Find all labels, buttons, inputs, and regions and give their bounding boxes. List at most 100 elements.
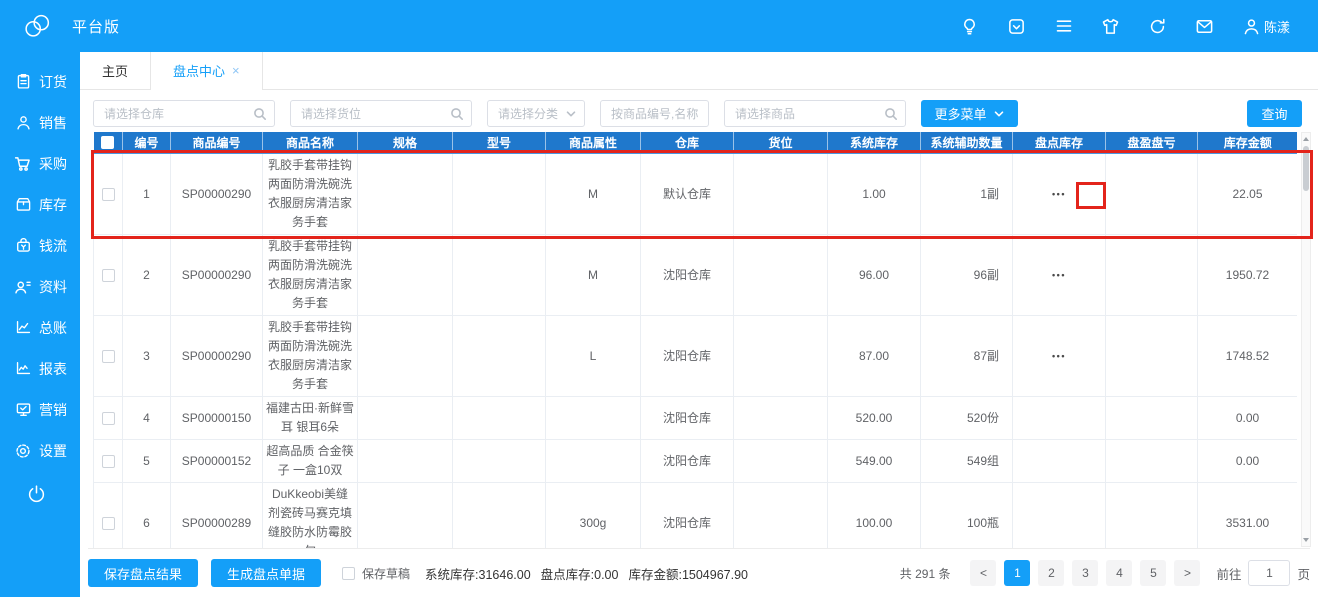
brand: 平台版	[0, 8, 120, 44]
cell-model	[452, 153, 546, 235]
cell-location	[733, 439, 828, 483]
more-menu-button[interactable]: 更多菜单	[921, 100, 1018, 127]
count-stock-more-button[interactable]: •••	[1052, 266, 1066, 285]
product-select[interactable]	[724, 100, 906, 127]
sidebar-item-ledger[interactable]: 总账	[0, 307, 80, 348]
sidebar-item-label: 订货	[39, 73, 67, 90]
mail-icon[interactable]	[1195, 16, 1215, 36]
scroll-up-icon[interactable]	[1302, 134, 1310, 144]
warehouse-select[interactable]	[93, 100, 275, 127]
warehouse-input[interactable]	[93, 100, 275, 127]
count-stock-more-button[interactable]: •••	[1052, 185, 1066, 204]
cell-profit-loss	[1105, 315, 1198, 397]
keyword-field[interactable]	[600, 100, 709, 127]
cell-no: 3	[122, 315, 171, 397]
generate-count-doc-button[interactable]: 生成盘点单据	[211, 559, 322, 587]
sidebar-item-settings[interactable]: 设置	[0, 430, 80, 471]
cell-sys-aux-qty: 96副	[920, 234, 1013, 316]
cell-attr: L	[545, 315, 641, 397]
app-window: 平台版 陈漾 订货销售采购库存钱流 资料 总账报表营销 设置 主页 盘点中心 ×	[0, 0, 1318, 597]
table-row: 3 SP00000290 乳胶手套带挂钩两面防滑洗碗洗衣服厨房清洁家务手套 L 沈阳仓库…	[93, 315, 1297, 397]
location-select[interactable]	[290, 100, 472, 127]
cell-sys-aux-qty: 100瓶	[920, 482, 1013, 548]
cell-sys-aux-qty: 87副	[920, 315, 1013, 397]
stock-amount-total: 库存金额:1504967.90	[628, 567, 748, 582]
totals-summary: 系统库存:31646.00 盘点库存:0.00 库存金额:1504967.90	[425, 564, 748, 583]
row-checkbox[interactable]	[101, 454, 115, 468]
menu-icon[interactable]	[1054, 16, 1074, 36]
cell-code: SP00000290	[170, 234, 263, 316]
tshirt-icon[interactable]	[1101, 16, 1121, 36]
row-checkbox[interactable]	[101, 411, 115, 425]
goto-page-input[interactable]	[1248, 560, 1291, 586]
sidebar-item-cashflow[interactable]: 钱流	[0, 225, 80, 266]
sidebar-item-label: 库存	[39, 196, 67, 213]
box-icon	[14, 196, 32, 214]
cell-code: SP00000150	[170, 396, 263, 440]
row-checkbox[interactable]	[101, 349, 115, 363]
keyword-input[interactable]	[600, 100, 709, 127]
scrollbar-thumb[interactable]	[1303, 146, 1309, 191]
cell-spec	[357, 234, 453, 316]
cell-sys-aux-qty: 520份	[920, 396, 1013, 440]
user-menu[interactable]: 陈漾	[1242, 16, 1290, 36]
sidebar-item-label: 销售	[39, 114, 67, 131]
sidebar-item-reports[interactable]: 报表	[0, 348, 80, 389]
column-header: 盘盈盘亏	[1105, 132, 1198, 154]
prev-page-button[interactable]: <	[970, 560, 997, 586]
search-icon	[884, 107, 898, 121]
table-scrollbar[interactable]	[1301, 132, 1311, 547]
next-page-button[interactable]: >	[1174, 560, 1201, 586]
cell-amount: 3531.00	[1197, 482, 1297, 548]
close-tab-icon[interactable]: ×	[232, 64, 240, 77]
page-button-4[interactable]: 4	[1106, 560, 1133, 586]
sidebar-item-stock[interactable]: 库存	[0, 184, 80, 225]
sidebar-item-label: 报表	[39, 360, 67, 377]
product-input[interactable]	[724, 100, 906, 127]
row-checkbox[interactable]	[101, 187, 115, 201]
page-button-5[interactable]: 5	[1140, 560, 1167, 586]
goto-label: 前往	[1216, 567, 1242, 582]
page-button-3[interactable]: 3	[1072, 560, 1099, 586]
download-icon[interactable]	[1007, 16, 1027, 36]
row-checkbox[interactable]	[101, 516, 115, 530]
table-row: 6SP00000289DuKkeobi美缝剂瓷砖马赛克填缝胶防水防霉胶勾 300g…	[93, 482, 1297, 548]
tab-inventory-check[interactable]: 盘点中心 ×	[151, 52, 263, 90]
cell-code: SP00000152	[170, 439, 263, 483]
monitor-icon	[14, 401, 32, 419]
count-stock-more-button[interactable]: •••	[1052, 347, 1066, 366]
search-button[interactable]: 查询	[1247, 100, 1302, 127]
column-header: 库存金额	[1197, 132, 1297, 154]
scroll-down-icon[interactable]	[1302, 535, 1310, 545]
sidebar-item-sales[interactable]: 销售	[0, 102, 80, 143]
logout-button[interactable]	[0, 483, 80, 505]
cell-warehouse: 沈阳仓库	[640, 439, 734, 483]
select-all-checkbox[interactable]	[101, 135, 115, 149]
goto-page: 前往 页	[1216, 560, 1310, 586]
cell-sys-stock: 1.00	[827, 153, 921, 235]
row-checkbox[interactable]	[101, 268, 115, 282]
search-icon	[253, 107, 267, 121]
bulb-icon[interactable]	[960, 16, 980, 36]
cell-sys-aux-qty: 549组	[920, 439, 1013, 483]
page-button-1[interactable]: 1	[1004, 560, 1031, 586]
page-button-2[interactable]: 2	[1038, 560, 1065, 586]
chevron-down-icon	[993, 108, 1005, 120]
sidebar-item-order[interactable]: 订货	[0, 61, 80, 102]
cell-sys-stock: 100.00	[827, 482, 921, 548]
sidebar-item-purchase[interactable]: 采购	[0, 143, 80, 184]
sidebar-item-data[interactable]: 资料	[0, 266, 80, 307]
cell-profit-loss	[1105, 439, 1198, 483]
power-icon	[25, 483, 47, 505]
save-count-result-button[interactable]: 保存盘点结果	[88, 559, 199, 587]
cell-no: 5	[122, 439, 171, 483]
tab-home[interactable]: 主页	[80, 52, 152, 89]
sidebar-item-marketing[interactable]: 营销	[0, 389, 80, 430]
cell-count-stock	[1012, 482, 1106, 548]
inventory-table: 编号 商品编号 商品名称 规格 型号 商品属性 仓库 货位 系统库存 系统辅助数量 盘点库存 盘盈盘亏…	[93, 132, 1297, 548]
save-draft-checkbox[interactable]	[342, 566, 356, 580]
refresh-icon[interactable]	[1148, 16, 1168, 36]
category-select[interactable]	[487, 100, 585, 127]
location-input[interactable]	[290, 100, 472, 127]
contacts-icon	[14, 278, 32, 296]
